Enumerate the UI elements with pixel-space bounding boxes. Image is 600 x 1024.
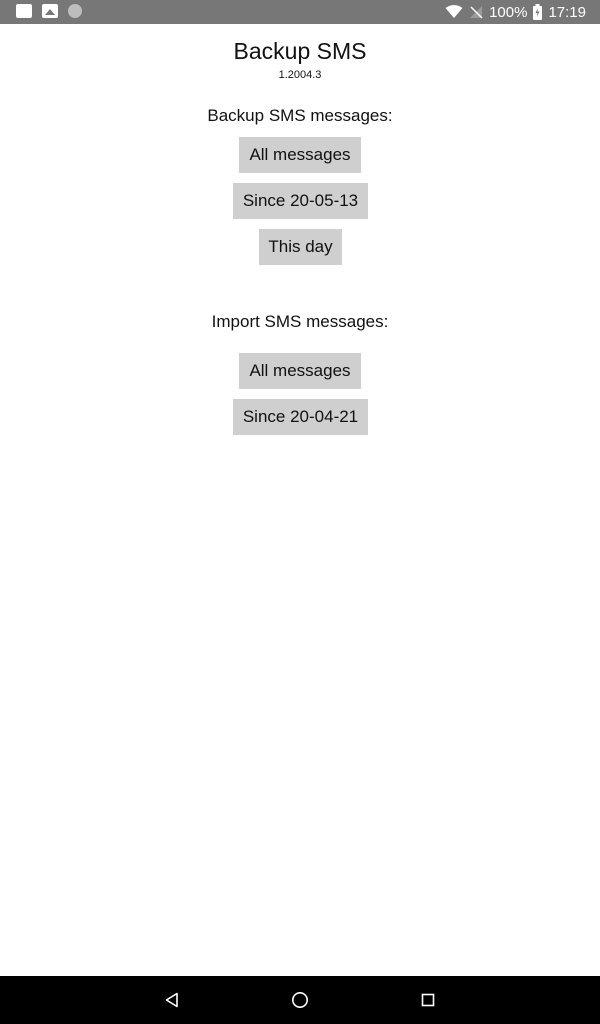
home-circle-icon bbox=[292, 992, 308, 1008]
screen: 100% 17:19 Backup SMS 1.2004.3 Backup SM… bbox=[0, 0, 600, 1024]
clock: 17:19 bbox=[548, 3, 586, 21]
backup-since-date-button[interactable]: Since 20-05-13 bbox=[233, 183, 368, 219]
app-version: 1.2004.3 bbox=[278, 69, 322, 81]
recents-square-icon bbox=[421, 993, 435, 1007]
navigation-bar bbox=[0, 976, 600, 1024]
main-content: Backup SMS 1.2004.3 Backup SMS messages:… bbox=[0, 24, 600, 976]
backup-this-day-button[interactable]: This day bbox=[259, 229, 342, 265]
notification-icons bbox=[16, 4, 82, 18]
recents-button[interactable] bbox=[416, 988, 440, 1012]
wifi-icon bbox=[445, 5, 463, 18]
back-triangle-icon bbox=[165, 992, 178, 1008]
battery-icon bbox=[533, 4, 543, 20]
gallery-notification-icon bbox=[16, 4, 32, 18]
status-bar: 100% 17:19 bbox=[0, 0, 600, 24]
import-section-label: Import SMS messages: bbox=[211, 312, 389, 331]
home-button[interactable] bbox=[288, 988, 312, 1012]
import-all-messages-button[interactable]: All messages bbox=[239, 353, 361, 389]
no-signal-icon bbox=[470, 6, 483, 19]
image-notification-icon bbox=[42, 4, 58, 18]
backup-all-messages-button[interactable]: All messages bbox=[239, 137, 361, 173]
app-title: Backup SMS bbox=[233, 38, 367, 64]
back-button[interactable] bbox=[160, 988, 184, 1012]
sync-notification-icon bbox=[68, 4, 82, 18]
battery-percent: 100% bbox=[489, 3, 528, 21]
system-status: 100% 17:19 bbox=[445, 0, 586, 24]
import-since-date-button[interactable]: Since 20-04-21 bbox=[233, 399, 368, 435]
backup-section-label: Backup SMS messages: bbox=[207, 106, 393, 125]
